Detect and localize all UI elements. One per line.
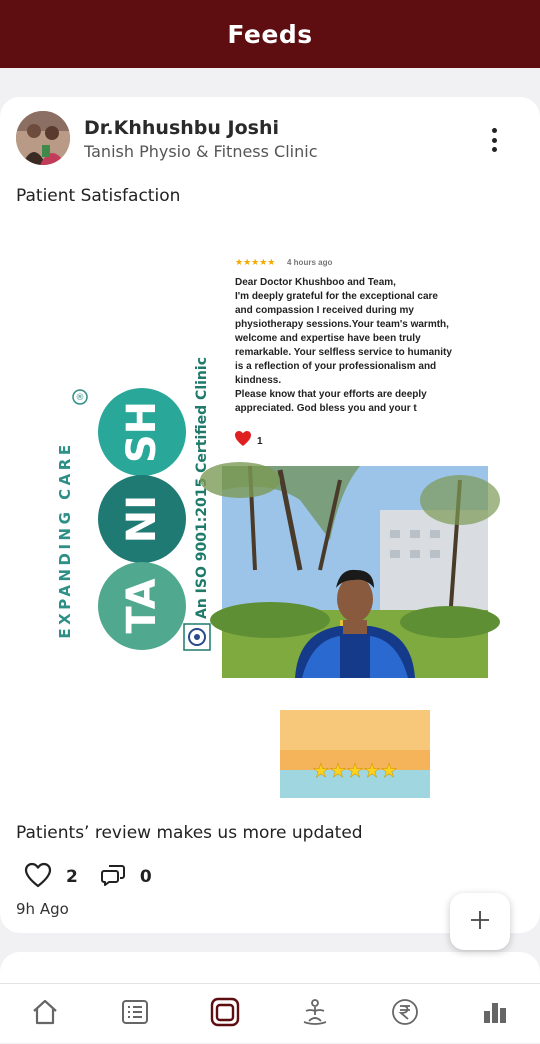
post-caption: Patients’ review makes us more updated <box>16 823 363 843</box>
feeds-icon <box>210 997 240 1031</box>
avatar[interactable] <box>16 111 70 165</box>
review-line: remarkable. Your selfless service to hum… <box>235 347 452 358</box>
review-line: I'm deeply grateful for the exceptional … <box>235 291 438 302</box>
review-time: 4 hours ago <box>287 258 332 267</box>
logo-letters-ta: TA <box>119 578 165 633</box>
post-time: 9h Ago <box>16 900 69 918</box>
post-image[interactable]: EXPANDING CARE SH NI TA ® An ISO 9001:20… <box>40 240 500 805</box>
comment-count: 0 <box>139 867 152 887</box>
patient-photo <box>200 462 500 678</box>
list-icon <box>120 997 150 1031</box>
review-line: Please know that your efforts are deeply <box>235 389 427 400</box>
review-line: kindness. <box>235 375 281 386</box>
logo-letters-ni: NI <box>119 495 165 543</box>
logo-registered-mark: ® <box>76 393 85 403</box>
home-icon <box>30 997 60 1031</box>
review-line: physiotherapy sessions.Your team's warmt… <box>235 319 449 330</box>
nav-stats[interactable] <box>465 984 525 1044</box>
review-line: and compassion I received during my <box>235 305 414 316</box>
bar-chart-icon <box>480 997 510 1031</box>
reaction-heart-icon <box>235 431 251 446</box>
page-title: Feeds <box>227 19 313 49</box>
review-stars: ★★★★★ <box>235 258 275 268</box>
post-image-graphic: EXPANDING CARE SH NI TA ® An ISO 9001:20… <box>56 258 500 798</box>
like-heart-icon[interactable] <box>24 862 52 892</box>
logo-expanding-care: EXPANDING CARE <box>56 441 74 638</box>
review-line: Dear Doctor Khushboo and Team, <box>235 277 396 288</box>
post-clinic-name: Tanish Physio & Fitness Clinic <box>84 142 318 161</box>
post-title: Patient Satisfaction <box>16 186 181 206</box>
nav-list[interactable] <box>105 984 165 1044</box>
nav-home[interactable] <box>15 984 75 1044</box>
review-text-block: Dear Doctor Khushboo and Team, I'm deepl… <box>234 277 452 414</box>
post-author-name[interactable]: Dr.Khhushbu Joshi <box>84 117 279 139</box>
nav-feeds[interactable] <box>195 984 255 1044</box>
logo-letters-sh: SH <box>119 401 165 463</box>
review-line: is a reflection of your professionalism … <box>235 361 436 372</box>
yoga-icon <box>300 997 330 1031</box>
review-line: appreciated. God bless you and your t <box>235 403 417 414</box>
rating-graphic: ★★★★★ <box>280 710 430 798</box>
nav-payments[interactable] <box>375 984 435 1044</box>
plus-icon <box>470 910 490 934</box>
add-post-button[interactable] <box>450 893 510 950</box>
comment-icon[interactable] <box>100 863 126 891</box>
nav-yoga[interactable] <box>285 984 345 1044</box>
bottom-nav <box>0 983 540 1043</box>
rupee-icon <box>390 997 420 1031</box>
post-actions: 2 0 <box>24 862 174 892</box>
more-options-icon[interactable] <box>484 125 504 155</box>
review-line: welcome and expertise have been truly <box>234 333 421 344</box>
rating-stars: ★★★★★ <box>312 760 397 782</box>
reaction-count: 1 <box>257 436 263 447</box>
app-header: Feeds <box>0 0 540 68</box>
like-count: 2 <box>66 867 78 887</box>
